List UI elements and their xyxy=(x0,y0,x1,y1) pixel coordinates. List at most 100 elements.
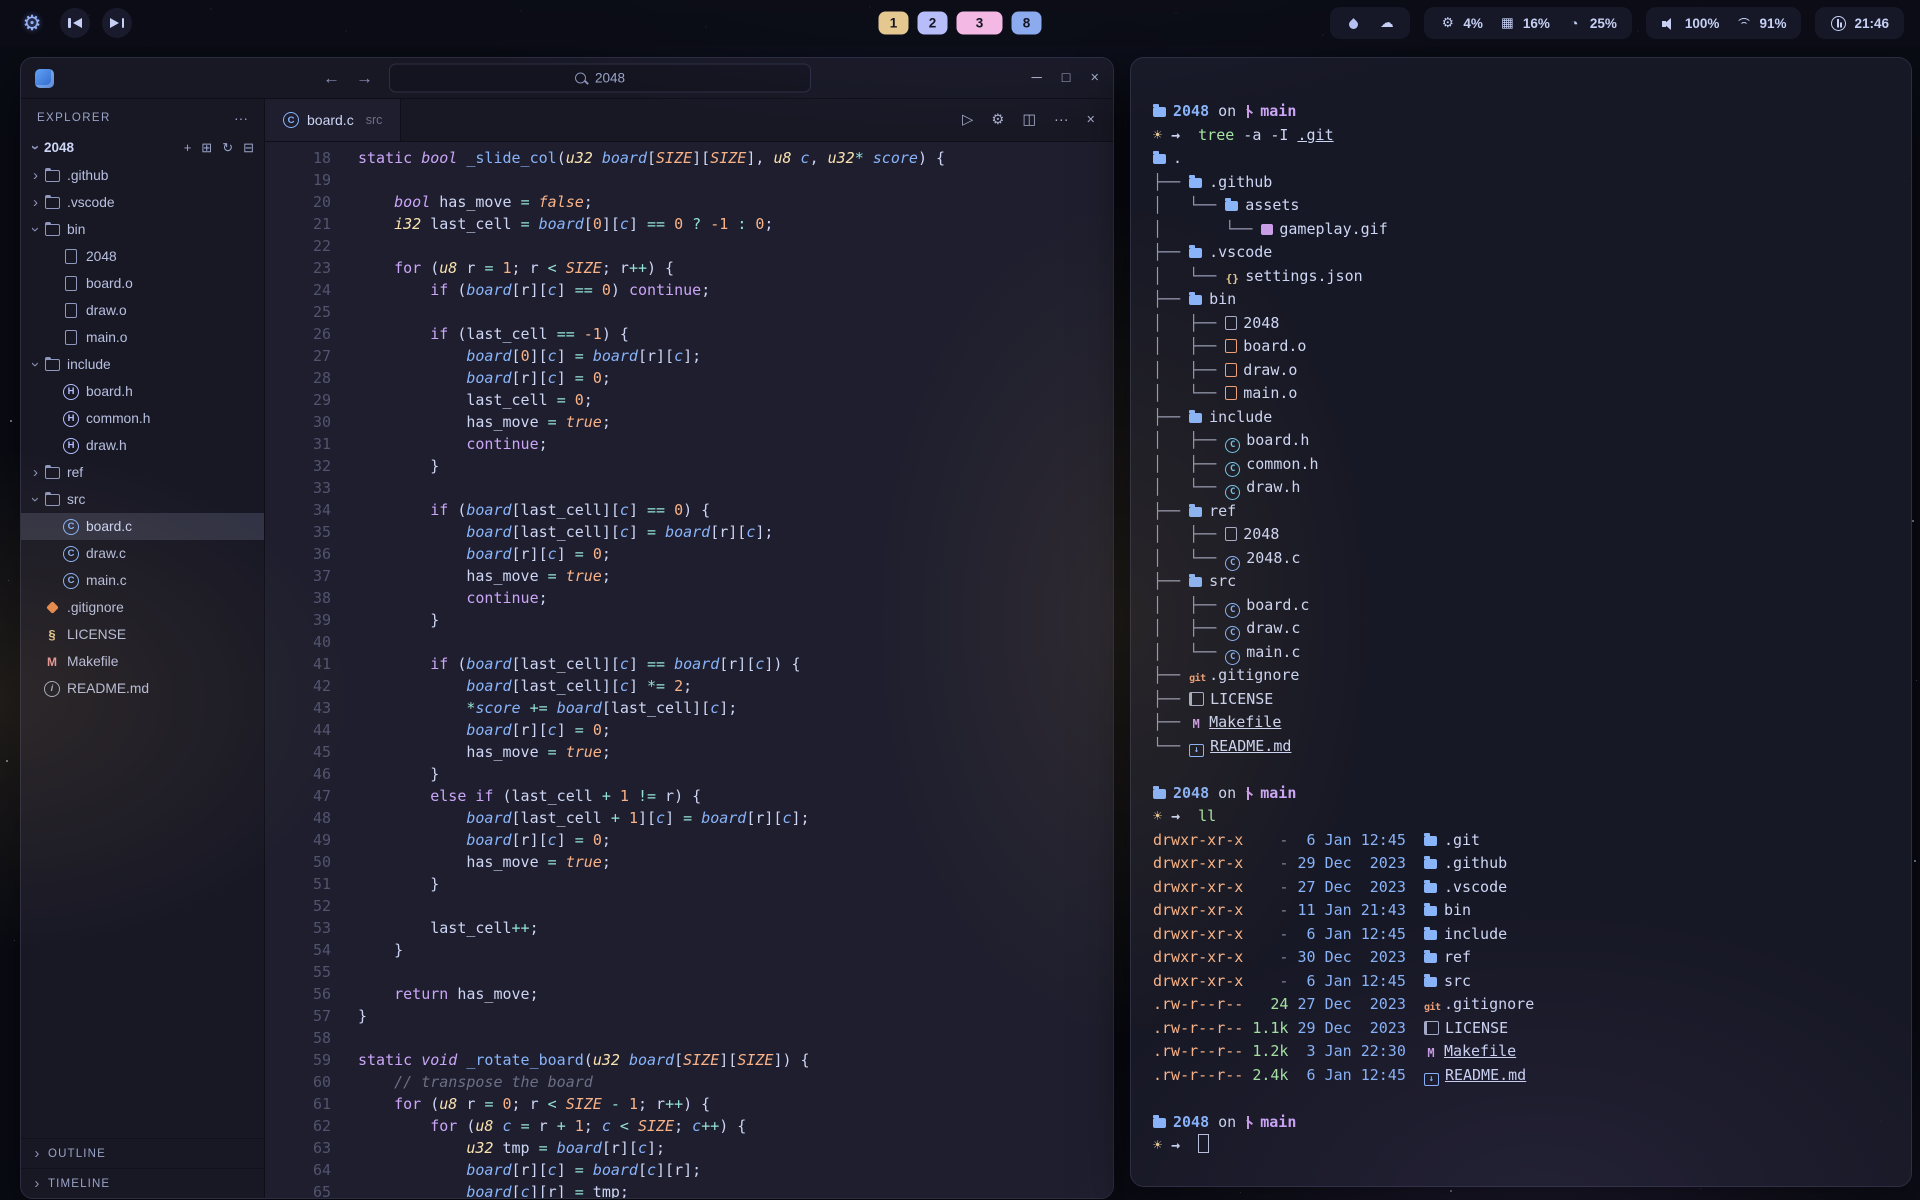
nav-forward-button[interactable]: → xyxy=(356,70,373,87)
line-number: 22 xyxy=(265,235,358,257)
tree-item-board.c[interactable]: board.c xyxy=(21,513,264,540)
code-area[interactable]: 18static bool _slide_col(u32 board[SIZE]… xyxy=(265,142,1113,1198)
new-file-icon[interactable]: + xyxy=(184,140,192,156)
tree-item-.github[interactable]: .github xyxy=(21,162,264,189)
terminal-token: 6 Jan 12:45 xyxy=(1298,831,1406,849)
new-folder-icon[interactable]: ⊞ xyxy=(201,140,212,156)
code-text: if (board[last_cell][c] == 0) { xyxy=(358,499,710,521)
split-editor-icon[interactable]: ◫ xyxy=(1022,113,1036,128)
code-text: } xyxy=(358,939,403,961)
terminal-token xyxy=(1406,878,1424,896)
launcher-button[interactable] xyxy=(16,7,48,39)
tree-item-.vscode[interactable]: .vscode xyxy=(21,189,264,216)
minimize-button[interactable]: ─ xyxy=(1031,70,1041,86)
terminal-token: │ ├── xyxy=(1153,596,1225,614)
command-center[interactable]: 2048 xyxy=(389,64,811,93)
terminal-token: ☀ xyxy=(1153,807,1171,825)
terminal-line: │ └── draw.h xyxy=(1153,476,1899,500)
terminal-line: drwxr-xr-x - 29 Dec 2023 .github xyxy=(1153,852,1899,876)
code-token: *= xyxy=(647,677,665,695)
vscode-titlebar[interactable]: ← → 2048 ─ □ × xyxy=(21,58,1113,99)
code-token xyxy=(566,391,575,409)
code-line-47: 47 else if (last_cell + 1 != r) { xyxy=(265,785,1113,807)
tree-item-Makefile[interactable]: Makefile xyxy=(21,648,264,675)
line-number: 54 xyxy=(265,939,358,961)
tree-item-common.h[interactable]: common.h xyxy=(21,405,264,432)
tree-item-ref[interactable]: ref xyxy=(21,459,264,486)
terminal-token: .github xyxy=(1444,854,1507,872)
media-previous-button[interactable] xyxy=(60,8,90,38)
tree-item-draw.o[interactable]: draw.o xyxy=(21,297,264,324)
more-actions-icon[interactable]: ··· xyxy=(1054,113,1069,128)
clock-group[interactable]: 21:46 xyxy=(1815,7,1904,39)
tree-item-draw.c[interactable]: draw.c xyxy=(21,540,264,567)
terminal-line: 2048 on main xyxy=(1153,782,1899,806)
tree-item-include[interactable]: include xyxy=(21,351,264,378)
chevron-down-icon xyxy=(27,492,44,507)
tab-board-c[interactable]: board.c src xyxy=(265,99,401,141)
tree-item-main.c[interactable]: main.c xyxy=(21,567,264,594)
code-token: ] xyxy=(557,545,575,563)
folder-icon xyxy=(1424,953,1437,963)
line-number: 53 xyxy=(265,917,358,939)
close-button[interactable]: × xyxy=(1091,70,1099,86)
code-token: 2 xyxy=(674,677,683,695)
code-token: r xyxy=(457,1095,484,1113)
code-token: [last_cell xyxy=(512,809,611,827)
terminal-token: ├── xyxy=(1153,713,1189,731)
file-icon xyxy=(63,303,79,319)
code-token xyxy=(358,523,466,541)
tree-item-board.o[interactable]: board.o xyxy=(21,270,264,297)
tree-item-.gitignore[interactable]: .gitignore xyxy=(21,594,264,621)
tree-item-bin[interactable]: bin xyxy=(21,216,264,243)
tree-item-src[interactable]: src xyxy=(21,486,264,513)
tree-root-folder[interactable]: 2048 + ⊞ ↻ ⊟ xyxy=(21,134,264,161)
code-text: has_move = true; xyxy=(358,741,611,763)
code-text: } xyxy=(358,763,439,785)
workspace-1[interactable]: 1 xyxy=(879,12,909,35)
code-token xyxy=(548,699,557,717)
tree-item-LICENSE[interactable]: LICENSE xyxy=(21,621,264,648)
refresh-icon[interactable]: ↻ xyxy=(222,140,233,156)
line-number: 32 xyxy=(265,455,358,477)
terminal-token xyxy=(1288,1042,1297,1060)
workspace-3[interactable]: 3 xyxy=(957,12,1003,35)
code-token: has_move xyxy=(358,567,548,585)
code-text: } xyxy=(358,1005,367,1027)
line-number: 34 xyxy=(265,499,358,521)
code-token: c xyxy=(620,523,629,541)
chevron-down-icon xyxy=(27,357,44,372)
code-line-52: 52 xyxy=(265,895,1113,917)
tree-item-README.md[interactable]: README.md xyxy=(21,675,264,702)
line-number: 48 xyxy=(265,807,358,829)
memory-icon: ▦ xyxy=(1499,16,1516,31)
tree-item-label: main.c xyxy=(86,573,127,588)
media-next-button[interactable] xyxy=(102,8,132,38)
settings-icon[interactable]: ⚙ xyxy=(991,113,1004,128)
chevron-right-icon xyxy=(27,168,44,183)
code-token: , xyxy=(810,149,828,167)
terminal-token xyxy=(1288,1019,1297,1037)
workspace-2[interactable]: 2 xyxy=(918,12,948,35)
code-token: u8 xyxy=(439,259,457,277)
run-icon[interactable]: ▷ xyxy=(962,113,973,128)
maximize-button[interactable]: □ xyxy=(1062,70,1071,86)
chevron-down-icon xyxy=(27,222,44,237)
terminal-line: .rw-r--r-- 24 27 Dec 2023 .gitignore xyxy=(1153,993,1899,1017)
close-icon[interactable]: × xyxy=(1087,113,1095,128)
terminal-window[interactable]: 2048 on main☀ → tree -a -I .git.├── .git… xyxy=(1130,57,1912,1187)
terminal-token: Makefile xyxy=(1444,1042,1516,1060)
outline-panel-header[interactable]: OUTLINE xyxy=(21,1138,264,1168)
folder-icon xyxy=(1153,789,1166,799)
views-more-icon[interactable]: ··· xyxy=(234,110,248,126)
tree-item-draw.h[interactable]: draw.h xyxy=(21,432,264,459)
tree-item-2048[interactable]: 2048 xyxy=(21,243,264,270)
nav-back-button[interactable]: ← xyxy=(323,70,340,87)
tree-item-board.h[interactable]: board.h xyxy=(21,378,264,405)
code-token xyxy=(358,699,466,717)
timeline-panel-header[interactable]: TIMELINE xyxy=(21,1168,264,1198)
workspace-8[interactable]: 8 xyxy=(1012,12,1042,35)
terminal-token xyxy=(1288,878,1297,896)
collapse-all-icon[interactable]: ⊟ xyxy=(243,140,254,156)
tree-item-main.o[interactable]: main.o xyxy=(21,324,264,351)
